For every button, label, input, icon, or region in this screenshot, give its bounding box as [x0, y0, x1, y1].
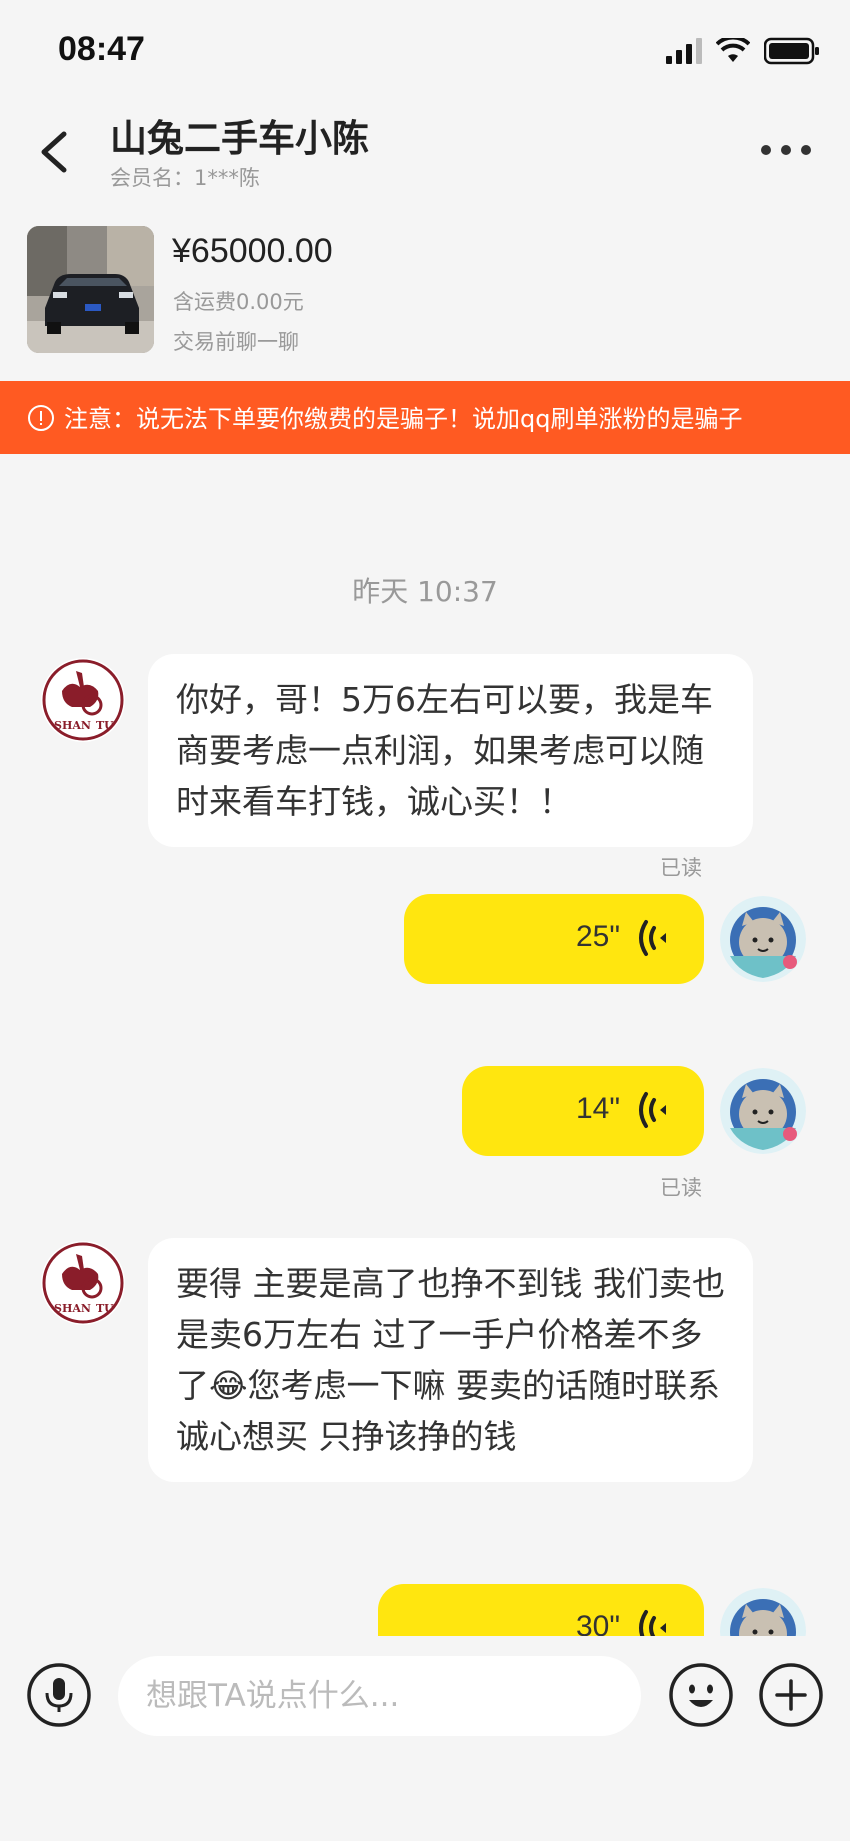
my-avatar[interactable] [720, 896, 806, 982]
cat-avatar-icon [720, 1588, 806, 1636]
nav-bar: 山兔二手车小陈 会员名：1***陈 [0, 100, 850, 210]
svg-text:SHAN: SHAN [54, 719, 91, 732]
read-status: 已读 [660, 1176, 702, 1200]
car-photo [27, 226, 154, 353]
chat-hint: 交易前聊一聊 [173, 330, 299, 354]
message-bubble-incoming[interactable]: 你好，哥！5万6左右可以要，我是车商要考虑一点利润，如果考虑可以随时来看车打钱，… [148, 654, 753, 847]
voice-wave-icon [639, 1092, 666, 1128]
voice-duration: 30" [575, 1610, 620, 1636]
status-bar: 08:47 [0, 0, 850, 100]
status-icons [666, 36, 820, 66]
seller-avatar[interactable]: SHAN TU [40, 657, 126, 743]
battery-icon [764, 37, 819, 65]
my-avatar[interactable] [720, 1588, 806, 1636]
voice-wave-icon [639, 920, 666, 956]
seller-avatar[interactable]: SHAN TU [40, 1240, 126, 1326]
my-avatar[interactable] [720, 1068, 806, 1154]
signal-icon [666, 38, 702, 64]
product-price: ¥65000.00 [172, 232, 333, 270]
svg-text:TU: TU [96, 719, 114, 732]
input-bar [0, 1636, 850, 1841]
message-input[interactable] [118, 1656, 641, 1736]
smiley-icon [669, 1663, 733, 1727]
voice-input-button[interactable] [26, 1662, 92, 1728]
microphone-icon [27, 1663, 91, 1727]
page-title: 山兔二手车小陈 [110, 117, 369, 160]
message-bubble-incoming[interactable]: 要得 主要是高了也挣不到钱 我们卖也是卖6万左右 过了一手户价格差不多了😂您考虑… [148, 1238, 753, 1482]
product-image[interactable] [27, 226, 154, 353]
scam-warning-banner: 注意：说无法下单要你缴费的是骗子！说加qq刷单涨粉的是骗子 [0, 381, 850, 454]
voice-message-bubble[interactable]: 25" [404, 894, 704, 984]
shantu-logo-icon: SHAN TU [41, 1241, 125, 1325]
svg-text:TU: TU [96, 1302, 114, 1315]
more-actions-button[interactable] [758, 1662, 824, 1728]
shantu-logo-icon: SHAN TU [41, 658, 125, 742]
message-timestamp: 昨天 10:37 [352, 575, 498, 608]
alert-circle-icon [28, 405, 54, 431]
warning-text: 注意：说无法下单要你缴费的是骗子！说加qq刷单涨粉的是骗子 [64, 405, 743, 433]
more-button[interactable] [758, 130, 814, 170]
shipping-info: 含运费0.00元 [173, 290, 304, 314]
chat-area[interactable]: 昨天 10:37 SHAN TU 你好，哥！5万6左右可以要，我是车商要考虑一点… [0, 454, 850, 1636]
voice-message-bubble[interactable]: 30" [378, 1584, 704, 1636]
voice-duration: 25" [575, 920, 620, 953]
read-status: 已读 [660, 856, 702, 880]
cat-avatar-icon [720, 1068, 806, 1154]
wifi-icon [716, 38, 750, 62]
product-card[interactable]: ¥65000.00 含运费0.00元 交易前聊一聊 [0, 210, 850, 380]
cat-avatar-icon [720, 896, 806, 982]
voice-wave-icon [639, 1610, 666, 1636]
back-button[interactable] [34, 122, 84, 182]
plus-icon [759, 1663, 823, 1727]
chevron-left-icon [41, 131, 67, 173]
more-dots-icon [761, 145, 811, 155]
svg-text:SHAN: SHAN [54, 1302, 91, 1315]
voice-message-bubble[interactable]: 14" [462, 1066, 704, 1156]
member-name: 会员名：1***陈 [110, 166, 260, 190]
emoji-button[interactable] [668, 1662, 734, 1728]
status-time: 08:47 [58, 30, 145, 68]
voice-duration: 14" [575, 1092, 620, 1125]
